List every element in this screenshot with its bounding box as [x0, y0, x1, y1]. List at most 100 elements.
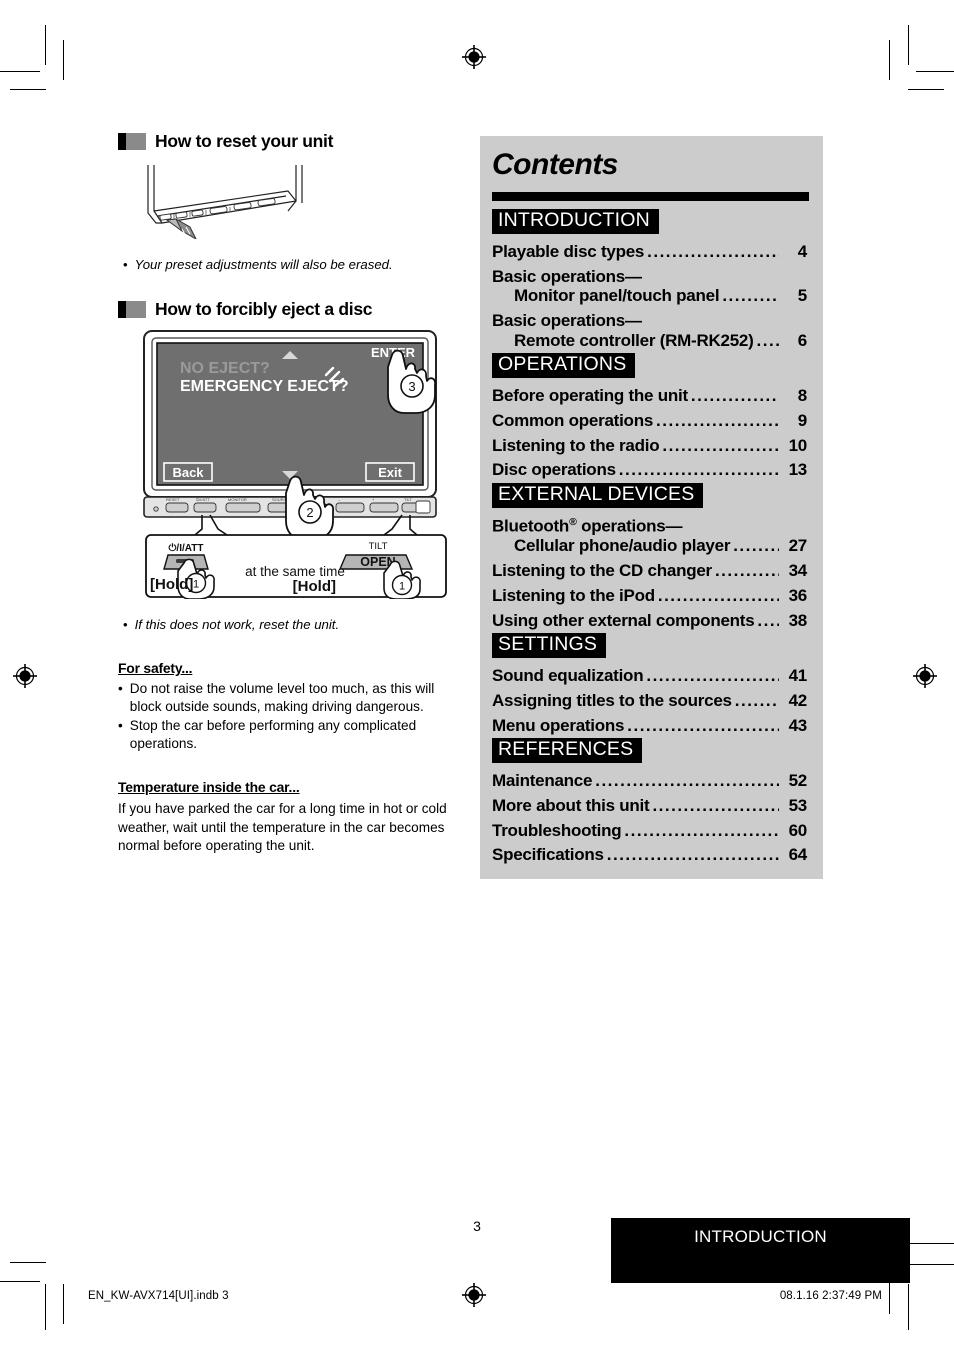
tilt-label: TILT	[369, 541, 388, 552]
step-1-left-badge: 1	[193, 579, 199, 591]
bullet-dot: •	[118, 717, 123, 733]
toc-entry-page: 36	[788, 585, 808, 605]
crop-mark-tr-h2	[908, 89, 944, 91]
toc-entry-label: Using other external components	[492, 610, 755, 630]
contents-title: Contents	[492, 148, 619, 181]
heading-reset-unit-label: How to reset your unit	[155, 131, 334, 151]
toc-entry[interactable]: Before operating the unit ..............…	[492, 386, 811, 406]
toc-leader-dots: ........................................…	[690, 386, 779, 406]
crop-mark-br-v2	[908, 1284, 910, 1330]
toc-entry-label: Assigning titles to the sources	[492, 690, 732, 710]
toc-leader-dots: ........................................…	[627, 715, 779, 735]
toc-entry-line1: Basic operations—	[492, 311, 642, 331]
safety-item: • Stop the car before performing any com…	[118, 717, 463, 753]
heading-eject-disc-label: How to forcibly eject a disc	[155, 298, 373, 319]
toc-entry-label: Before operating the unit	[492, 386, 688, 406]
toc-leader-dots: ........................................…	[757, 610, 779, 630]
heading-reset-unit: How to reset your unit	[118, 131, 463, 151]
toc-entry-page: 52	[788, 771, 808, 791]
toc-leader-dots: ........................................…	[618, 460, 779, 480]
toc-entry[interactable]: Common operations ......................…	[492, 411, 811, 431]
toc-entry-label: Common operations	[492, 411, 654, 431]
step-2-badge: 2	[306, 505, 313, 520]
toc-entry[interactable]: Listening to the radio .................…	[492, 436, 811, 456]
toc-entry[interactable]: Using other external components ........…	[492, 611, 811, 631]
toc-entry-label: Disc operations	[492, 460, 616, 480]
toc-entry-page: 27	[788, 536, 808, 556]
toc-entry-page: 64	[788, 845, 808, 865]
toc-leader-dots: ........................................…	[624, 820, 779, 840]
eject-note: • If this does not work, reset the unit.	[123, 616, 463, 634]
toc-entry-page: 41	[788, 666, 808, 686]
toc-entry[interactable]: Playable disc types ....................…	[492, 242, 811, 262]
toc-leader-dots: ........................................…	[714, 561, 779, 581]
screen-back-label: Back	[172, 465, 204, 480]
toc-entry-page: 10	[788, 435, 808, 455]
contents-category-label: INTRODUCTION	[492, 209, 659, 234]
eject-note-text: If this does not work, reset the unit.	[134, 617, 340, 633]
toc-entry-page: 53	[788, 795, 808, 815]
hold-right-label: [Hold]	[293, 578, 336, 595]
toc-entry[interactable]: Listening to the iPod ..................…	[492, 586, 811, 606]
contents-section-external-devices: EXTERNAL DEVICES Bluetooth® operations— …	[488, 480, 811, 630]
crop-mark-bl-v	[45, 1284, 47, 1330]
reset-note-text: Your preset adjustments will also be era…	[134, 257, 393, 273]
heading-eject-disc: How to forcibly eject a disc	[118, 298, 463, 319]
eject-disc-illustration: ENTER NO EJECT? EMERGENCY EJECT? Back	[140, 329, 463, 604]
toc-leader-dots: ........................................…	[646, 666, 779, 686]
toc-entry-line1: Basic operations—	[492, 266, 642, 286]
crop-mark-tr-v2	[889, 40, 891, 80]
toc-entry-page: 9	[797, 411, 807, 431]
toc-entry[interactable]: Sound equalization .....................…	[492, 666, 811, 686]
toc-entry[interactable]: Specifications .........................…	[492, 845, 811, 865]
toc-entry-page: 43	[788, 715, 808, 735]
left-column: How to reset your unit • Your preset adj…	[118, 131, 463, 856]
toc-leader-dots: ........................................…	[734, 690, 779, 710]
screen-line-1: NO EJECT?	[180, 360, 270, 377]
toc-entry[interactable]: Menu operations ........................…	[492, 716, 811, 736]
crop-mark-tr-h	[916, 71, 954, 73]
toc-entry[interactable]: Remote controller (RM-RK252) ...........…	[492, 331, 811, 351]
toc-entry-page: 5	[797, 286, 807, 306]
bullet-dot: •	[123, 617, 128, 633]
at-same-time-label: at the same time	[245, 564, 345, 579]
crop-mark-tl-h	[0, 71, 40, 73]
toc-entry-page: 6	[797, 330, 807, 350]
crop-mark-br-h	[908, 1243, 954, 1245]
toc-leader-dots: ........................................…	[662, 435, 779, 455]
toc-leader-dots: ........................................…	[652, 795, 779, 815]
toc-entry[interactable]: Maintenance ............................…	[492, 771, 811, 791]
step-1-right-badge: 1	[399, 581, 405, 593]
contents-inner: Contents INTRODUCTION Playable disc type…	[480, 136, 823, 879]
safety-item: • Do not raise the volume level too much…	[118, 680, 463, 716]
safety-item-text: Do not raise the volume level too much, …	[129, 680, 435, 714]
reset-unit-illustration	[136, 161, 463, 244]
toc-entry[interactable]: Listening to the CD changer ............…	[492, 561, 811, 581]
toc-leader-dots: ........................................…	[733, 536, 779, 556]
toc-entry[interactable]: Troubleshooting ........................…	[492, 821, 811, 841]
svg-text:TILT: TILT	[404, 497, 412, 502]
contents-section-introduction: INTRODUCTION Playable disc types .......…	[488, 206, 811, 350]
toc-entry[interactable]: Disc operations ........................…	[492, 460, 811, 480]
registration-mark-right	[912, 663, 938, 689]
crop-mark-bl-h2	[0, 1281, 40, 1283]
toc-entry-label: Sound equalization	[492, 666, 644, 686]
toc-entry-page: 38	[788, 610, 808, 630]
footer-section-tab: INTRODUCTION	[611, 1218, 910, 1283]
square-bullet-icon	[118, 300, 146, 318]
toc-leader-dots: ........................................…	[722, 286, 779, 306]
crop-mark-tr-v	[908, 25, 910, 65]
toc-entry[interactable]: Cellular phone/audio player ............…	[492, 536, 811, 556]
svg-text:⏻/I/ATT: ⏻/I/ATT	[196, 497, 210, 502]
toc-entry[interactable]: Monitor panel/touch panel ..............…	[492, 286, 811, 306]
toc-entry[interactable]: Assigning titles to the sources ........…	[492, 691, 811, 711]
crop-mark-tl-v	[45, 25, 47, 65]
toc-entry[interactable]: More about this unit ...................…	[492, 796, 811, 816]
contents-category-label: SETTINGS	[492, 633, 607, 659]
toc-entry-label: Monitor panel/touch panel	[514, 286, 720, 306]
toc-entry-label: Maintenance	[492, 771, 593, 791]
svg-text:MONITOR: MONITOR	[228, 497, 247, 502]
manual-page: How to reset your unit • Your preset adj…	[0, 0, 954, 1354]
